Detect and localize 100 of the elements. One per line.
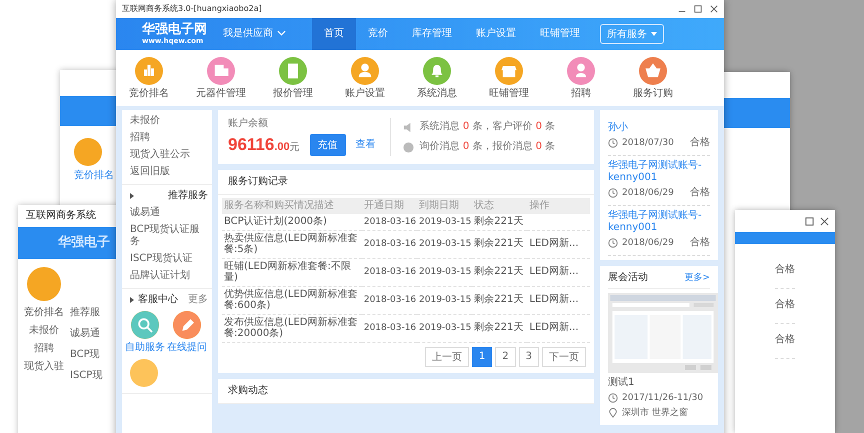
result-text: 合格 <box>690 187 710 199</box>
nav-tab[interactable]: 首页 <box>312 18 356 50</box>
table-cell: 剩余221天 <box>474 216 524 228</box>
view-link[interactable]: 查看 <box>356 139 376 151</box>
maximize-icon[interactable] <box>694 5 702 13</box>
table-cell: 剩余221天 <box>474 294 524 306</box>
result-text: 合格 <box>690 137 710 149</box>
action-icon[interactable] <box>131 311 159 339</box>
role-dropdown[interactable]: 我是供应商 <box>223 28 286 40</box>
feature-icon[interactable] <box>495 56 523 84</box>
table-cell: 剩余221天 <box>474 322 524 334</box>
page-button[interactable]: 2 <box>495 346 516 366</box>
account-link[interactable]: 华强电子网测试账号-kenny001 <box>608 210 710 234</box>
feature-icon[interactable] <box>135 56 163 84</box>
sidebar-link[interactable]: 诚易通 <box>70 328 102 340</box>
message-count[interactable]: 系统消息 0 条，客户评价 0 条 <box>420 121 556 133</box>
nav-tab[interactable]: 库存管理 <box>400 18 464 50</box>
maximize-icon[interactable] <box>805 216 814 226</box>
page-button[interactable]: 3 <box>518 346 539 366</box>
close-icon[interactable] <box>820 216 829 226</box>
sidebar-link[interactable]: 现货入驻 <box>24 361 64 373</box>
sidebar-link[interactable]: 招聘 <box>130 132 208 144</box>
feature-icon[interactable] <box>639 56 667 84</box>
card-title: 服务订购记录 <box>218 170 594 195</box>
table-cell: 2019-03-15 <box>419 216 472 227</box>
feature-label[interactable]: 旺铺管理 <box>489 88 529 100</box>
caret-icon <box>651 32 657 36</box>
column-header: 状态 <box>472 198 528 214</box>
date-text: 2017/11/26-11/30 <box>622 393 704 404</box>
section-title: 推荐服务 <box>168 190 208 202</box>
clock-icon <box>608 393 618 404</box>
table-cell: 2018-03-16 <box>364 238 416 250</box>
balance-amount: 96116.00元 <box>228 134 300 156</box>
table-cell: LED网新... <box>529 322 579 334</box>
table-cell: 2018-03-16 <box>364 322 416 334</box>
sidebar-link[interactable]: ISCP现 <box>70 370 102 382</box>
page-button[interactable]: 1 <box>472 346 492 366</box>
table-cell: 2019-03-15 <box>419 294 472 306</box>
feature-icon[interactable] <box>567 56 595 84</box>
table-cell-text: 发布供应信息(LED网新标准套餐:20000条) <box>224 316 358 340</box>
feature-label: 竞价排名 <box>24 307 64 319</box>
account-link[interactable]: 孙小 <box>608 122 710 134</box>
location-icon <box>608 408 618 418</box>
feature-label: 竞价排名 <box>74 170 114 182</box>
date-text: 2018/06/29 <box>622 188 674 198</box>
feature-icon[interactable] <box>423 56 451 84</box>
clock-icon <box>608 188 618 198</box>
feature-icon[interactable] <box>351 56 379 84</box>
table-cell-text: 旺铺(LED网新标准套餐:不限量) <box>224 260 352 284</box>
sidebar-link[interactable]: 诚易通 <box>130 207 208 219</box>
table-cell: LED网新... <box>529 294 579 306</box>
account-link[interactable]: 华强电子网测试账号-kenny001 <box>608 160 710 184</box>
card-title: 展会活动 <box>608 272 648 284</box>
feature-label[interactable]: 报价管理 <box>273 88 313 100</box>
feature-label[interactable]: 系统消息 <box>417 88 457 100</box>
feature-label[interactable]: 元器件管理 <box>196 88 246 100</box>
sidebar-link[interactable]: BCP现货认证服务 <box>130 224 208 248</box>
sidebar-link[interactable]: ISCP现货认证 <box>130 253 208 265</box>
prev-page-button[interactable]: 上一页 <box>424 346 469 366</box>
column-header: 操作 <box>527 198 590 214</box>
nav-tab[interactable]: 竞价 <box>356 18 400 50</box>
sidebar-link[interactable]: 返回旧版 <box>130 166 208 178</box>
column-header: 开通日期 <box>362 198 418 214</box>
more-link[interactable]: 更多 <box>188 294 208 306</box>
sidebar-link[interactable]: 品牌认证计划 <box>130 270 208 282</box>
avatar-icon <box>130 359 158 387</box>
sidebar-link[interactable]: BCP现 <box>70 349 102 361</box>
table-cell: 2018-03-16 <box>364 266 416 278</box>
chat-icon <box>402 142 414 152</box>
next-page-button[interactable]: 下一页 <box>542 346 586 366</box>
more-link[interactable]: 更多> <box>684 272 710 284</box>
recharge-button[interactable]: 充值 <box>310 134 346 156</box>
card-title: 求购动态 <box>218 378 594 404</box>
caret-icon <box>130 297 134 303</box>
table-cell-text: 优势供应信息(LED网新标准套餐:600条) <box>224 288 358 312</box>
window-title: 互联网商务系统3.0-[huangxiaobo2a] <box>122 4 262 14</box>
caret-icon <box>277 30 286 36</box>
sidebar-link[interactable]: 推荐服 <box>70 307 102 319</box>
feature-label[interactable]: 招聘 <box>571 88 591 100</box>
feature-label[interactable]: 竞价排名 <box>129 88 169 100</box>
clock-icon <box>608 138 618 148</box>
balance-label: 账户余额 <box>228 118 269 130</box>
table-cell: 2019-03-15 <box>419 238 472 250</box>
feature-icon[interactable] <box>207 56 235 84</box>
table-cell: 剩余221天 <box>474 238 524 250</box>
date-text: 2018/07/30 <box>622 138 674 148</box>
action-link[interactable]: 自助服务 <box>125 342 165 354</box>
sidebar-link[interactable]: 未报价 <box>29 325 59 337</box>
sidebar-link[interactable]: 现货入驻公示 <box>130 149 208 161</box>
feature-label[interactable]: 账户设置 <box>345 88 385 100</box>
feature-icon[interactable] <box>279 56 307 84</box>
action-link[interactable]: 在线提问 <box>167 342 207 354</box>
close-icon[interactable] <box>710 5 718 13</box>
feature-label[interactable]: 服务订购 <box>633 88 673 100</box>
action-icon[interactable] <box>173 311 201 339</box>
table-cell: 2019-03-15 <box>419 322 472 334</box>
logo: 华强电子 <box>58 235 110 251</box>
sidebar-link[interactable]: 未报价 <box>130 115 208 127</box>
sidebar-link[interactable]: 招聘 <box>34 343 54 355</box>
message-count[interactable]: 询价消息 0 条，报价消息 0 条 <box>420 141 556 153</box>
